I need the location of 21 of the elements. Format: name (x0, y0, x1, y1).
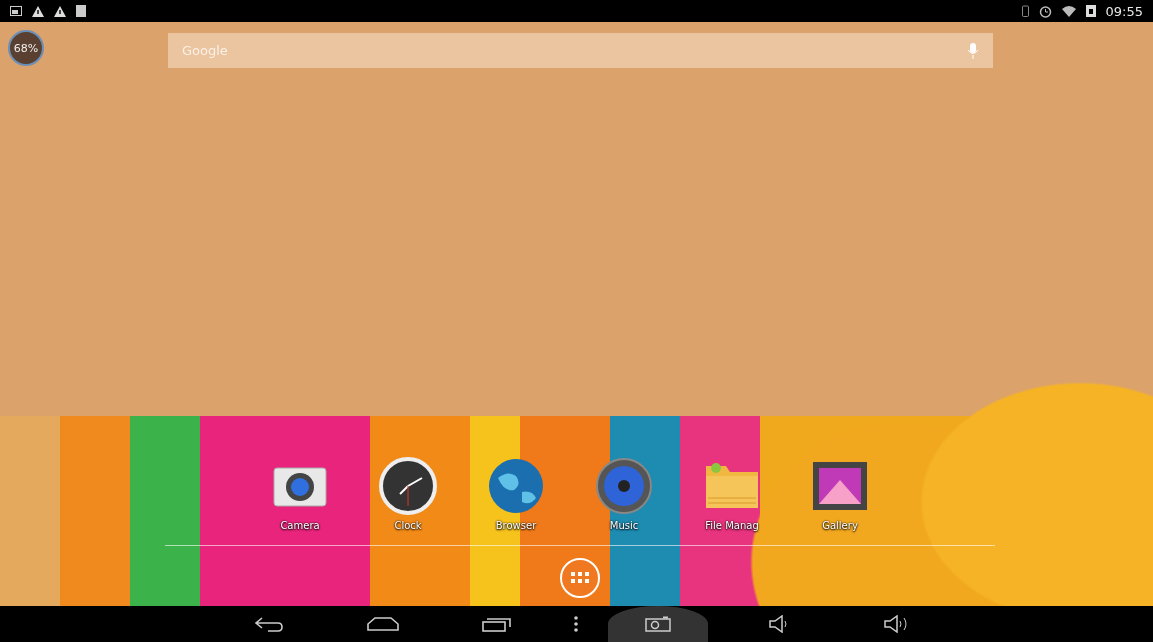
document-icon (76, 5, 86, 17)
sim-card-icon (1085, 5, 1096, 17)
alarm-icon (1038, 4, 1052, 18)
app-label[interactable]: Clock (394, 520, 422, 531)
wifi-icon (1061, 5, 1076, 17)
memory-badge[interactable]: 68% (8, 30, 44, 66)
warning-icon (32, 5, 44, 17)
picture-icon (10, 6, 22, 16)
warning-icon (54, 5, 66, 17)
app-icon[interactable] (594, 456, 654, 516)
screenshot-button[interactable] (608, 606, 708, 642)
app-label[interactable]: File Manag (705, 520, 759, 531)
camera-icon (645, 616, 671, 632)
app-icon[interactable] (378, 456, 438, 516)
app-label[interactable]: Camera (280, 520, 320, 531)
grid-icon (571, 572, 589, 584)
battery-icon (1021, 5, 1029, 17)
app-label[interactable]: Music (609, 520, 639, 531)
clock-time: 09:55 (1105, 3, 1143, 19)
recent-apps-icon (482, 616, 512, 632)
app-drawer-button[interactable] (560, 558, 600, 598)
